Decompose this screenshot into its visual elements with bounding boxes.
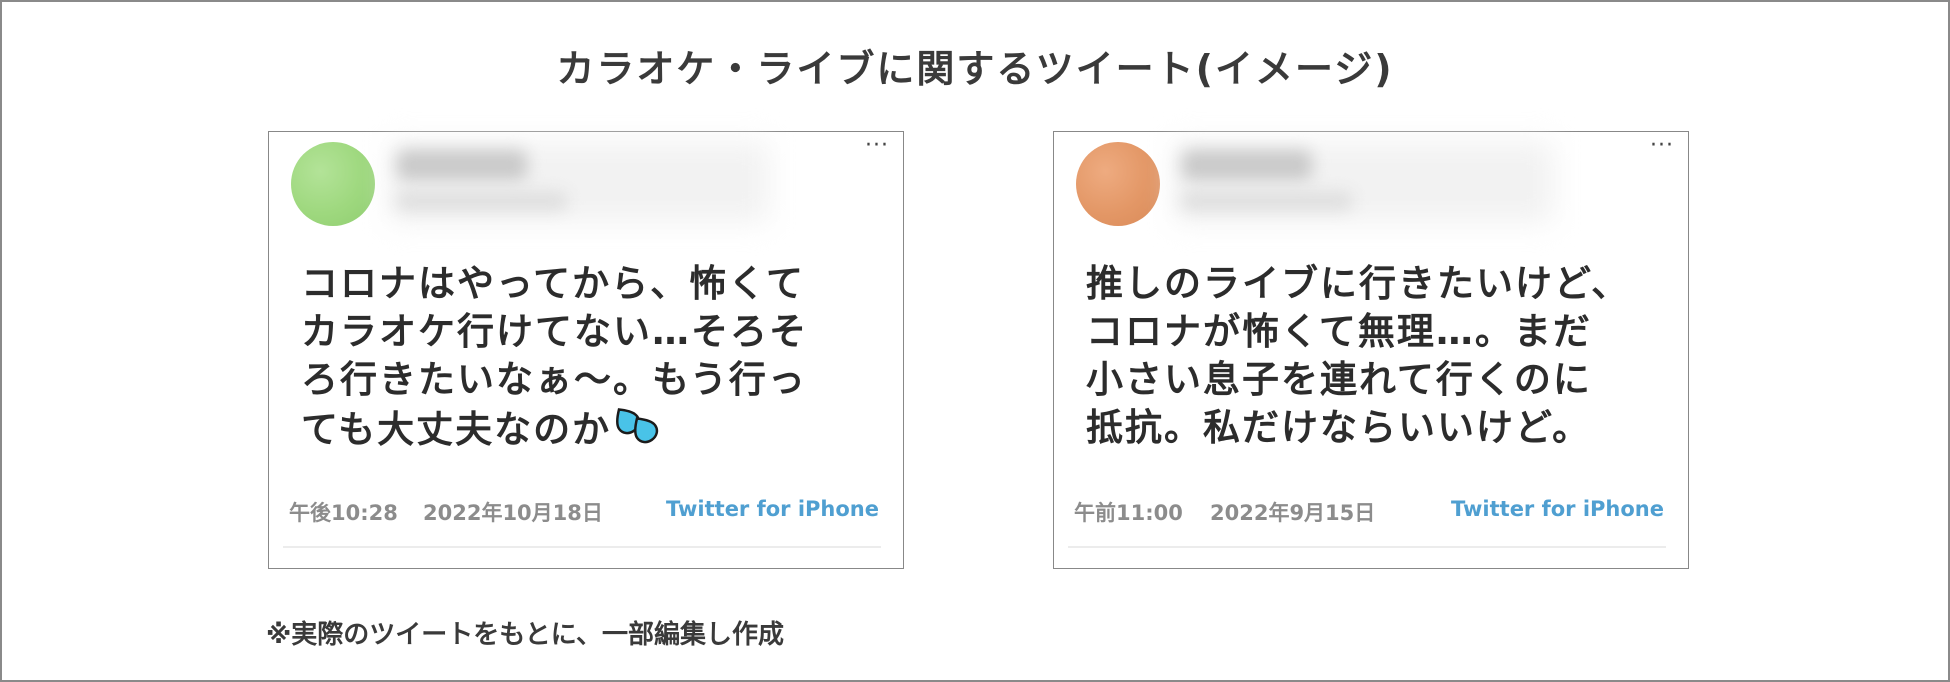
tweet-card: ··· 推しのライブに行きたいけど、 コロナが怖くて無理…。まだ 小さい息子を連… [1053, 131, 1689, 569]
avatar[interactable] [291, 142, 375, 226]
tweet-source-link[interactable]: Twitter for iPhone [666, 497, 879, 521]
sweat-drops-icon [615, 404, 661, 458]
tweet-text-line: コロナはやってから、怖くて [301, 262, 806, 305]
tweet-text-line: 小さい息子を連れて行くのに [1086, 358, 1592, 401]
tweet-date: 2022年9月15日 [1210, 501, 1376, 525]
tweet-source-link[interactable]: Twitter for iPhone [1451, 497, 1664, 521]
tweet-meta: 午後10:28 2022年10月18日 Twitter for iPhone [289, 497, 879, 525]
footnote: ※実際のツイートをもとに、一部編集し作成 [266, 620, 784, 650]
divider [1068, 546, 1666, 548]
tweet-text-line: ろ行きたいなぁ～。もう行っ [301, 358, 807, 401]
tweet-text-line: カラオケ行けてない…そろそ [301, 310, 808, 353]
tweet-time: 午後10:28 [289, 501, 398, 525]
divider [283, 546, 881, 548]
tweet-text-fragment: ても大丈夫なのか [301, 408, 612, 451]
blurred-user-handle [1182, 192, 1352, 210]
tweet-text-line: コロナが怖くて無理…。まだ [1086, 310, 1592, 353]
tweet-meta: 午前11:00 2022年9月15日 Twitter for iPhone [1074, 497, 1664, 525]
tweet-text-line: 抵抗。私だけならいいけど。 [1086, 406, 1592, 449]
blurred-display-name [1182, 150, 1312, 180]
more-options-icon[interactable]: ··· [1650, 135, 1674, 157]
page-title: カラオケ・ライブに関するツイート(イメージ) [556, 47, 1394, 91]
avatar[interactable] [1076, 142, 1160, 226]
blurred-user-handle [397, 192, 567, 210]
tweet-text-line: 推しのライブに行きたいけど、 [1086, 262, 1631, 305]
tweet-text: コロナはやってから、怖くて カラオケ行けてない…そろそ ろ行きたいなぁ～。もう行… [301, 260, 861, 458]
tweet-date: 2022年10月18日 [423, 501, 603, 525]
tweet-time: 午前11:00 [1074, 501, 1183, 525]
tweet-text: 推しのライブに行きたいけど、 コロナが怖くて無理…。まだ 小さい息子を連れて行く… [1086, 260, 1646, 452]
tweet-card: ··· コロナはやってから、怖くて カラオケ行けてない…そろそ ろ行きたいなぁ～… [268, 131, 904, 569]
more-options-icon[interactable]: ··· [865, 135, 889, 157]
tweet-text-line-last: ても大丈夫なのか [301, 404, 861, 458]
blurred-display-name [397, 150, 527, 180]
